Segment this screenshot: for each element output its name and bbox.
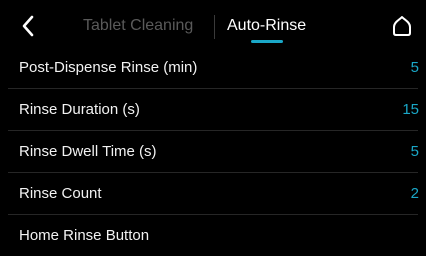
tab-divider bbox=[214, 15, 215, 39]
chevron-left-icon bbox=[22, 15, 34, 37]
setting-value: 5 bbox=[410, 143, 419, 160]
tab-tablet-cleaning[interactable]: Tablet Cleaning bbox=[83, 16, 193, 36]
setting-label: Rinse Count bbox=[19, 185, 102, 202]
setting-label: Post-Dispense Rinse (min) bbox=[19, 59, 198, 76]
setting-label: Home Rinse Button bbox=[19, 227, 150, 244]
setting-label: Rinse Dwell Time (s) bbox=[19, 143, 157, 160]
home-button[interactable] bbox=[389, 13, 415, 39]
setting-row-home-rinse-button[interactable]: Home Rinse Button bbox=[8, 215, 418, 256]
setting-label: Rinse Duration (s) bbox=[19, 101, 140, 118]
setting-row-rinse-duration[interactable]: Rinse Duration (s) 15 bbox=[8, 89, 419, 131]
setting-value: 15 bbox=[402, 101, 419, 118]
tab-auto-rinse[interactable]: Auto-Rinse bbox=[227, 16, 306, 36]
setting-value: 2 bbox=[410, 185, 419, 202]
back-button[interactable] bbox=[14, 12, 42, 40]
setting-row-rinse-dwell-time[interactable]: Rinse Dwell Time (s) 5 bbox=[8, 131, 419, 173]
active-tab-indicator bbox=[251, 40, 283, 43]
home-icon bbox=[393, 16, 411, 36]
setting-row-post-dispense-rinse[interactable]: Post-Dispense Rinse (min) 5 bbox=[8, 47, 419, 89]
setting-value: 5 bbox=[410, 59, 419, 76]
setting-row-rinse-count[interactable]: Rinse Count 2 bbox=[8, 173, 419, 215]
top-bar: Tablet Cleaning Auto-Rinse bbox=[0, 0, 426, 50]
settings-list: Post-Dispense Rinse (min) 5 Rinse Durati… bbox=[0, 47, 426, 256]
